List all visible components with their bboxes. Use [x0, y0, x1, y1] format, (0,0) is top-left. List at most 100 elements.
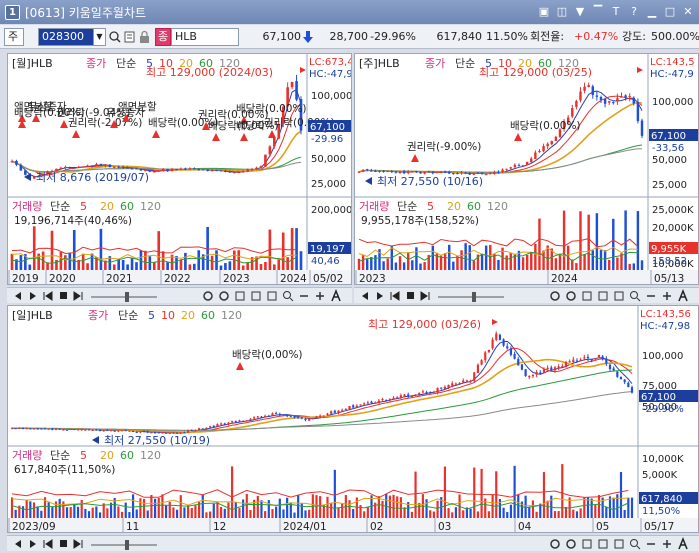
- refresh-icon[interactable]: [582, 291, 592, 301]
- minimize-icon[interactable]: ▁: [645, 4, 659, 20]
- scroll-left-icon[interactable]: [15, 292, 21, 300]
- volume-bar: [86, 263, 89, 270]
- zoom-icon[interactable]: [630, 291, 641, 302]
- stock-name-field[interactable]: HLB: [171, 28, 239, 46]
- stop-icon[interactable]: [60, 540, 67, 547]
- candle-body: [91, 429, 94, 431]
- zoom-slider-thumb[interactable]: [472, 292, 476, 302]
- layout-icon[interactable]: ◫: [555, 4, 569, 20]
- plus-icon[interactable]: [316, 292, 324, 300]
- gear-icon[interactable]: [219, 291, 229, 301]
- scroll-left-icon[interactable]: [15, 540, 21, 548]
- chart-type-icon[interactable]: [251, 291, 261, 301]
- crosshair-icon[interactable]: [614, 539, 624, 549]
- candle-body: [126, 167, 129, 169]
- volume-bar: [628, 263, 631, 270]
- last-icon[interactable]: [420, 291, 430, 301]
- code-dropdown-button[interactable]: ▼: [93, 28, 106, 46]
- last-icon[interactable]: [73, 539, 83, 549]
- text-size-icon[interactable]: [678, 536, 688, 550]
- last-icon[interactable]: [73, 291, 83, 301]
- text-size-icon[interactable]: [678, 288, 688, 302]
- volume-bar: [542, 472, 546, 518]
- zoom-icon[interactable]: [283, 291, 294, 302]
- gear-icon[interactable]: [566, 539, 576, 549]
- candle-body: [410, 395, 413, 397]
- stop-icon[interactable]: [60, 292, 67, 299]
- dropdown-icon[interactable]: ▼: [573, 4, 587, 20]
- volume-ma5-line: [11, 246, 297, 255]
- candle-body: [382, 170, 385, 172]
- link-icon[interactable]: ▣: [537, 4, 551, 20]
- play-icon[interactable]: [377, 292, 383, 300]
- candle-body: [436, 387, 439, 393]
- monthly-chart-pane[interactable]: [월]HLB 종가 단순 5 10 20 60 120 최고 129,000 (2024/03)…: [7, 53, 352, 285]
- help-icon[interactable]: ?: [627, 4, 641, 20]
- chart-type-icon[interactable]: [598, 291, 608, 301]
- daily-chart-pane[interactable]: [일]HLB 종가 단순 5 10 20 60 120 최고 129,000 (03/26) 최저…: [7, 305, 699, 533]
- volume-bar: [299, 251, 303, 270]
- maximize-icon[interactable]: □: [663, 4, 677, 20]
- candle-body: [561, 366, 564, 368]
- play-icon[interactable]: [30, 292, 36, 300]
- event-annotation: 배당락(0.00%): [510, 120, 581, 132]
- volume-bar: [502, 507, 505, 518]
- first-glyph: [43, 291, 53, 301]
- weekly-chart-controls: [354, 287, 699, 303]
- zoom-slider-thumb[interactable]: [125, 292, 129, 302]
- candle-body: [209, 426, 212, 428]
- gear-icon[interactable]: [566, 291, 576, 301]
- pin-icon[interactable]: ▔: [591, 4, 605, 20]
- candle-body: [282, 415, 285, 417]
- plus-icon[interactable]: [663, 292, 671, 300]
- candle-body: [447, 384, 450, 388]
- text-size-icon[interactable]: [331, 288, 341, 302]
- plus-icon[interactable]: [663, 540, 671, 548]
- candle-body: [210, 170, 214, 172]
- settings-icon[interactable]: [203, 291, 213, 301]
- volume-bar: [394, 262, 398, 270]
- play-icon[interactable]: [30, 540, 36, 548]
- candle-body: [250, 169, 254, 171]
- chart-type-icon[interactable]: [598, 539, 608, 549]
- volume-bar: [410, 511, 413, 518]
- volume-bar: [531, 500, 535, 518]
- stock-code-input[interactable]: 028300: [38, 28, 94, 46]
- text-icon[interactable]: T: [609, 4, 623, 20]
- market-select[interactable]: 주: [4, 28, 24, 46]
- volume-bar: [76, 506, 80, 518]
- refresh-icon[interactable]: [582, 539, 592, 549]
- search-icon[interactable]: [109, 31, 121, 43]
- x-axis-label: 05/17: [644, 521, 674, 533]
- letter-a: [678, 536, 688, 550]
- settings-icon[interactable]: [550, 291, 560, 301]
- candle-body: [465, 380, 469, 382]
- zoom-icon[interactable]: [630, 539, 641, 550]
- candle-body: [36, 428, 39, 430]
- candle-body: [319, 415, 322, 417]
- stop-icon[interactable]: [407, 292, 414, 299]
- close-icon[interactable]: ✕: [681, 4, 695, 20]
- candle-body: [32, 428, 36, 430]
- first-icon[interactable]: [43, 291, 53, 301]
- candle-body: [224, 171, 227, 173]
- volume-bar: [95, 506, 98, 518]
- crosshair-icon[interactable]: [614, 291, 624, 301]
- crosshair-icon[interactable]: [267, 291, 277, 301]
- weekly-chart-pane[interactable]: [주]HLB 종가 단순 5 10 20 60 120 최고 129,000 (03/25) 최저…: [354, 53, 699, 285]
- magnifier-icon[interactable]: [124, 31, 135, 43]
- last-glyph: [73, 539, 83, 549]
- candle-body: [542, 369, 546, 373]
- settings-icon[interactable]: [550, 539, 560, 549]
- candle-body: [546, 367, 549, 370]
- candle-body: [289, 416, 292, 418]
- lock-icon[interactable]: [140, 30, 149, 44]
- volume-bar: [81, 253, 85, 270]
- candle-body: [348, 406, 351, 410]
- volume-bar: [32, 502, 36, 518]
- scroll-left-icon[interactable]: [362, 292, 368, 300]
- zoom-slider-thumb[interactable]: [125, 540, 129, 550]
- refresh-icon[interactable]: [235, 291, 245, 301]
- first-icon[interactable]: [43, 539, 53, 549]
- first-icon[interactable]: [390, 291, 400, 301]
